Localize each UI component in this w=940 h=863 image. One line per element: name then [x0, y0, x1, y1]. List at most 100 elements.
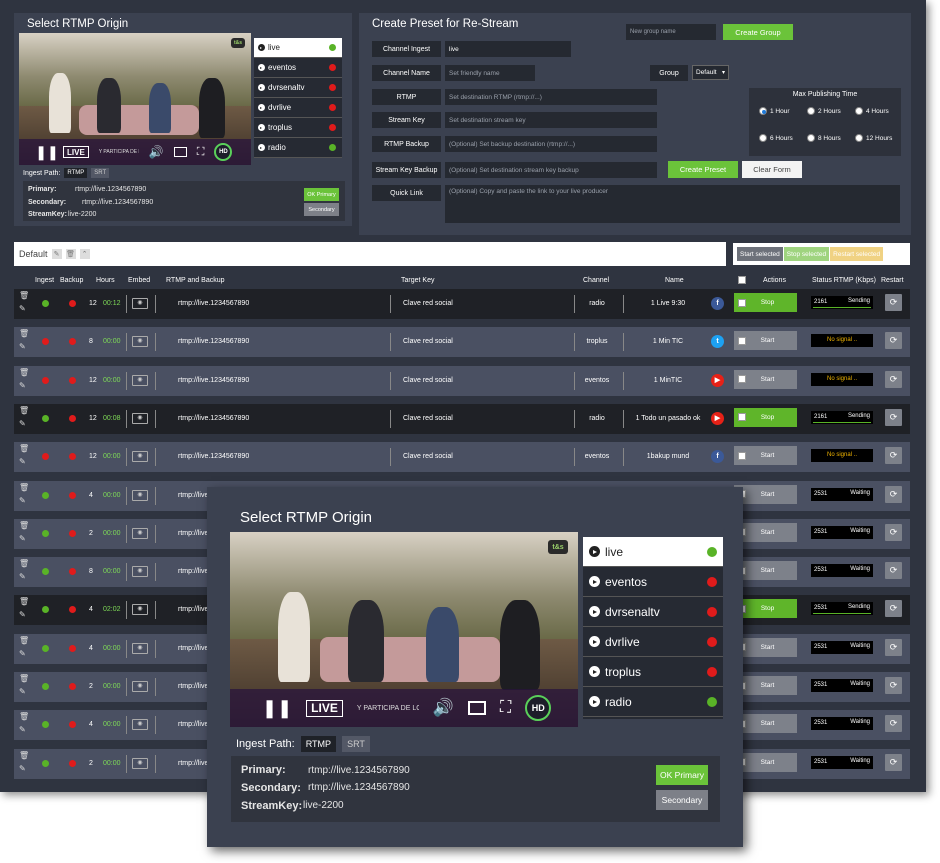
- edit-row-icon[interactable]: ✎: [19, 764, 26, 773]
- zoom-origin-item-dvrsenaltv[interactable]: dvrsenaltv: [583, 597, 723, 627]
- row-checkbox[interactable]: [738, 375, 746, 384]
- start-button[interactable]: Start: [734, 446, 797, 466]
- delete-row-icon[interactable]: 🗑: [19, 329, 29, 338]
- restart-icon[interactable]: ⟳: [885, 677, 902, 694]
- create-preset-button[interactable]: Create Preset: [668, 161, 738, 178]
- channel-ingest-input[interactable]: live: [445, 41, 571, 57]
- embed-icon[interactable]: ◉: [132, 642, 148, 654]
- restart-icon[interactable]: ⟳: [885, 715, 902, 733]
- zoom-pause-icon[interactable]: ❚❚: [262, 698, 292, 719]
- stop-button[interactable]: Stop: [734, 599, 797, 619]
- stop-button[interactable]: Stop: [734, 293, 797, 312]
- edit-row-icon[interactable]: ✎: [19, 304, 26, 313]
- origin-item-dvrlive[interactable]: dvrlive: [254, 98, 342, 118]
- edit-row-icon[interactable]: ✎: [19, 496, 26, 505]
- restart-icon[interactable]: ⟳: [885, 408, 902, 426]
- stream-key-input[interactable]: Set destination stream key: [445, 112, 657, 128]
- radio-button[interactable]: [855, 107, 863, 115]
- create-group-button[interactable]: Create Group: [723, 24, 793, 40]
- embed-icon[interactable]: ◉: [132, 336, 148, 348]
- start-button[interactable]: Start: [734, 484, 797, 504]
- delete-row-icon[interactable]: 🗑: [19, 636, 29, 645]
- ingest-srt-chip[interactable]: SRT: [91, 168, 110, 178]
- clear-form-button[interactable]: Clear Form: [742, 161, 802, 178]
- edit-row-icon[interactable]: ✎: [19, 649, 26, 658]
- edit-row-icon[interactable]: ✎: [19, 534, 26, 543]
- delete-row-icon[interactable]: 🗑: [19, 368, 29, 377]
- embed-icon[interactable]: ◉: [132, 374, 148, 386]
- edit-group-icon[interactable]: ✎: [51, 249, 62, 259]
- restart-icon[interactable]: ⟳: [885, 294, 902, 311]
- select-all-checkbox[interactable]: [738, 276, 746, 284]
- embed-icon[interactable]: ◉: [132, 681, 148, 692]
- edit-row-icon[interactable]: ✎: [19, 687, 26, 696]
- edit-row-icon[interactable]: ✎: [19, 572, 26, 581]
- embed-icon[interactable]: ◉: [132, 298, 148, 309]
- delete-row-icon[interactable]: 🗑: [19, 674, 29, 683]
- zoom-ingest-srt-chip[interactable]: SRT: [342, 736, 370, 752]
- origin-item-troplus[interactable]: troplus: [254, 118, 342, 138]
- start-button[interactable]: Start: [734, 369, 797, 389]
- max-time-option[interactable]: 6 Hours: [759, 134, 793, 142]
- restart-icon[interactable]: ⟳: [885, 370, 902, 388]
- radio-button[interactable]: [807, 134, 815, 142]
- embed-icon[interactable]: ◉: [132, 757, 148, 769]
- edit-row-icon[interactable]: ✎: [19, 342, 26, 351]
- restart-icon[interactable]: ⟳: [885, 485, 902, 503]
- edit-row-icon[interactable]: ✎: [19, 419, 26, 428]
- embed-icon[interactable]: ◉: [132, 566, 148, 578]
- max-time-option[interactable]: 12 Hours: [855, 134, 892, 142]
- radio-button[interactable]: [759, 107, 767, 115]
- fullscreen-icon[interactable]: ⛶: [197, 146, 205, 159]
- quick-link-input[interactable]: (Optional) Copy and paste the link to yo…: [445, 185, 900, 223]
- delete-row-icon[interactable]: 🗑: [19, 291, 29, 300]
- max-time-option[interactable]: 8 Hours: [807, 134, 841, 142]
- restart-icon[interactable]: ⟳: [885, 332, 902, 350]
- hd-icon[interactable]: HD: [214, 143, 233, 161]
- restart-icon[interactable]: ⟳: [885, 638, 902, 656]
- zoom-origin-item-troplus[interactable]: troplus: [583, 657, 723, 687]
- start-button[interactable]: Start: [734, 331, 797, 351]
- zoom-origin-item-radio[interactable]: radio: [583, 687, 723, 717]
- max-time-option[interactable]: 1 Hour: [759, 107, 790, 115]
- zoom-origin-item-dvrlive[interactable]: dvrlive: [583, 627, 723, 657]
- restart-icon[interactable]: ⟳: [885, 753, 902, 771]
- row-checkbox[interactable]: [738, 413, 746, 422]
- stop-selected-button[interactable]: Stop selected: [783, 247, 830, 261]
- zoom-origin-item-eventos[interactable]: eventos: [583, 567, 723, 597]
- edit-row-icon[interactable]: ✎: [19, 457, 26, 466]
- embed-icon[interactable]: ◉: [132, 527, 148, 539]
- embed-icon[interactable]: ◉: [132, 719, 148, 731]
- row-checkbox[interactable]: [738, 451, 746, 460]
- start-button[interactable]: Start: [734, 522, 797, 542]
- restart-icon[interactable]: ⟳: [885, 600, 902, 618]
- origin-item-eventos[interactable]: eventos: [254, 58, 342, 78]
- zoom-ok-primary-button[interactable]: OK Primary: [656, 765, 708, 785]
- new-group-input[interactable]: New group name: [626, 24, 716, 40]
- edit-row-icon[interactable]: ✎: [19, 610, 26, 619]
- pip-icon[interactable]: [173, 147, 187, 157]
- edit-row-icon[interactable]: ✎: [19, 381, 26, 390]
- zoom-pip-icon[interactable]: [468, 701, 487, 715]
- radio-button[interactable]: [807, 107, 815, 115]
- start-button[interactable]: Start: [734, 637, 797, 657]
- delete-row-icon[interactable]: 🗑: [19, 406, 29, 415]
- delete-row-icon[interactable]: 🗑: [19, 559, 29, 568]
- delete-row-icon[interactable]: 🗑: [19, 597, 29, 606]
- restart-selected-button[interactable]: Restart selected: [830, 247, 884, 261]
- channel-name-input[interactable]: Set friendly name: [445, 65, 535, 81]
- delete-row-icon[interactable]: 🗑: [19, 483, 29, 492]
- stream-key-backup-input[interactable]: (Optional) Set destination stream key ba…: [445, 162, 657, 178]
- row-checkbox[interactable]: [738, 298, 746, 307]
- zoom-ingest-rtmp-chip[interactable]: RTMP: [300, 736, 337, 752]
- start-button[interactable]: Start: [734, 676, 797, 695]
- start-button[interactable]: Start: [734, 714, 797, 734]
- rtmp-backup-input[interactable]: (Optional) Set backup destination (rtmp:…: [445, 136, 657, 152]
- delete-row-icon[interactable]: 🗑: [19, 521, 29, 530]
- embed-icon[interactable]: ◉: [132, 451, 148, 463]
- start-button[interactable]: Start: [734, 561, 797, 581]
- volume-icon[interactable]: 🔊: [149, 145, 164, 159]
- radio-button[interactable]: [855, 134, 863, 142]
- origin-item-dvrsenaltv[interactable]: dvrsenaltv: [254, 78, 342, 98]
- zoom-fullscreen-icon[interactable]: ⛶: [500, 699, 511, 717]
